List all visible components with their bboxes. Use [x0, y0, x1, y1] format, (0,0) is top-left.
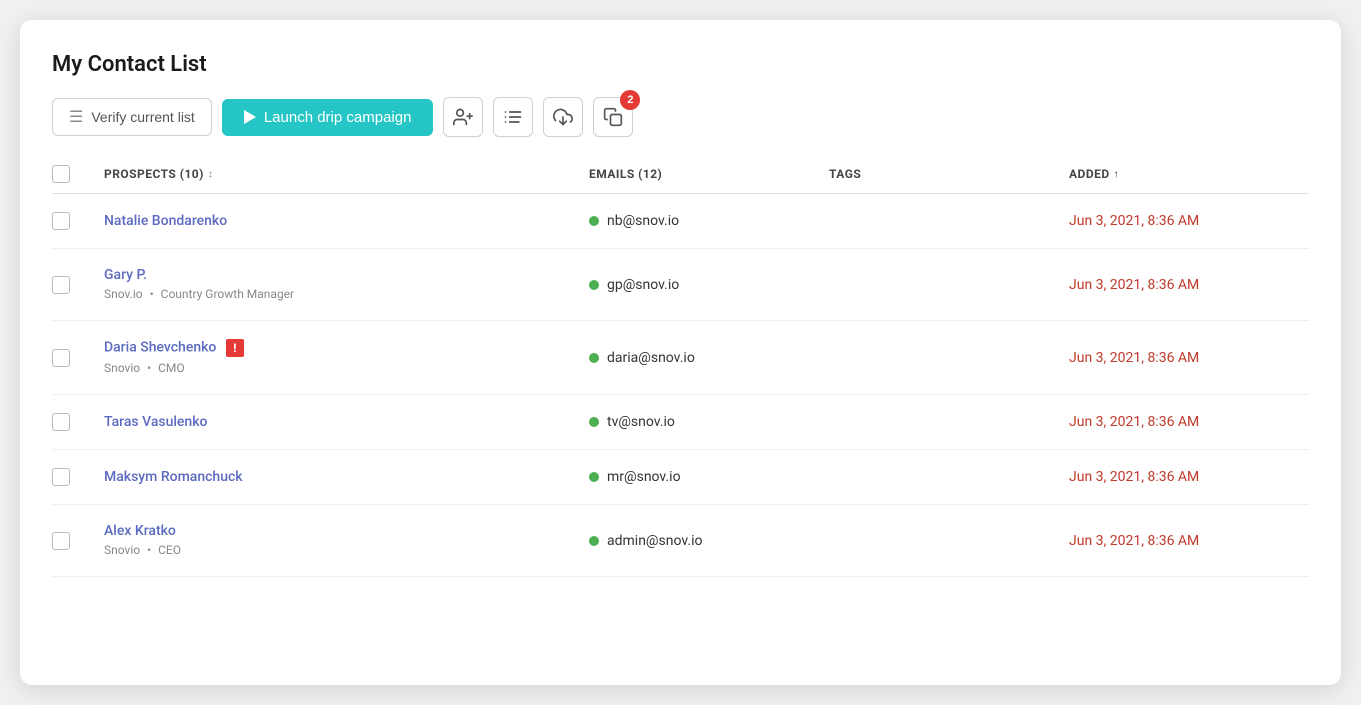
email-status-dot — [589, 417, 599, 427]
row-1-checkbox[interactable] — [52, 212, 70, 230]
added-cell: Jun 3, 2021, 8:36 AM — [1069, 213, 1309, 229]
prospect-name[interactable]: Taras Vasulenko — [104, 414, 589, 430]
added-sort-arrow: ↑ — [1114, 169, 1119, 180]
email-status-dot — [589, 353, 599, 363]
contacts-table: PROSPECTS (10) ↕ EMAILS (12) TAGS ADDED … — [52, 165, 1309, 577]
prospect-name[interactable]: Maksym Romanchuck — [104, 469, 589, 485]
added-cell: Jun 3, 2021, 8:36 AM — [1069, 277, 1309, 293]
email-value: admin@snov.io — [607, 533, 702, 549]
email-value: gp@snov.io — [607, 277, 679, 293]
row-3-checkbox[interactable] — [52, 349, 70, 367]
copy-icon — [603, 107, 623, 127]
prospect-cell: Gary P. Snov.io • Country Growth Manager — [104, 267, 589, 302]
email-value: daria@snov.io — [607, 350, 695, 366]
prospect-name[interactable]: Natalie Bondarenko — [104, 213, 589, 229]
email-cell: mr@snov.io — [589, 469, 829, 485]
table-row: Natalie Bondarenko nb@snov.io Jun 3, 202… — [52, 194, 1309, 249]
added-cell: Jun 3, 2021, 8:36 AM — [1069, 469, 1309, 485]
row-2-checkbox[interactable] — [52, 276, 70, 294]
export-button[interactable] — [543, 97, 583, 137]
table-row: Maksym Romanchuck mr@snov.io Jun 3, 2021… — [52, 450, 1309, 505]
row-checkbox-cell — [52, 532, 104, 550]
add-person-icon — [453, 107, 473, 127]
table-row: Alex Kratko Snovio • CEO admin@snov.io J… — [52, 505, 1309, 577]
added-cell: Jun 3, 2021, 8:36 AM — [1069, 414, 1309, 430]
prospect-sub: Snov.io • Country Growth Manager — [104, 287, 294, 301]
select-all-checkbox[interactable] — [52, 165, 70, 183]
prospects-column-header[interactable]: PROSPECTS (10) ↕ — [104, 165, 589, 183]
prospect-sub: Snovio • CMO — [104, 361, 185, 375]
prospect-cell: Daria Shevchenko ! Snovio • CMO — [104, 339, 589, 376]
prospect-name[interactable]: Gary P. — [104, 267, 589, 283]
table-header: PROSPECTS (10) ↕ EMAILS (12) TAGS ADDED … — [52, 165, 1309, 194]
row-checkbox-cell — [52, 349, 104, 367]
added-cell: Jun 3, 2021, 8:36 AM — [1069, 350, 1309, 366]
header-checkbox-cell — [52, 165, 104, 183]
toolbar: ☰ Verify current list Launch drip campai… — [52, 97, 1309, 137]
added-column-header[interactable]: ADDED ↑ — [1069, 165, 1309, 183]
email-status-dot — [589, 216, 599, 226]
row-checkbox-cell — [52, 276, 104, 294]
email-cell: admin@snov.io — [589, 533, 829, 549]
email-status-dot — [589, 536, 599, 546]
copy-button[interactable]: 2 — [593, 97, 633, 137]
download-icon — [553, 107, 573, 127]
prospect-cell: Natalie Bondarenko — [104, 213, 589, 229]
launch-drip-campaign-button[interactable]: Launch drip campaign — [222, 99, 434, 136]
prospects-sort-arrow: ↕ — [208, 169, 213, 180]
tags-column-header: TAGS — [829, 165, 1069, 183]
email-status-dot — [589, 280, 599, 290]
row-checkbox-cell — [52, 468, 104, 486]
table-row: Daria Shevchenko ! Snovio • CMO daria@sn… — [52, 321, 1309, 395]
filter-button[interactable] — [493, 97, 533, 137]
prospect-sub: Snovio • CEO — [104, 543, 181, 557]
email-cell: gp@snov.io — [589, 277, 829, 293]
prospect-name[interactable]: Alex Kratko — [104, 523, 589, 539]
email-cell: daria@snov.io — [589, 350, 829, 366]
launch-label: Launch drip campaign — [264, 109, 412, 126]
main-window: My Contact List ☰ Verify current list La… — [20, 20, 1341, 685]
email-value: mr@snov.io — [607, 469, 681, 485]
email-value: tv@snov.io — [607, 414, 675, 430]
add-prospect-button[interactable] — [443, 97, 483, 137]
added-cell: Jun 3, 2021, 8:36 AM — [1069, 533, 1309, 549]
play-icon — [244, 110, 256, 124]
page-title: My Contact List — [52, 52, 1309, 77]
prospect-cell: Alex Kratko Snovio • CEO — [104, 523, 589, 558]
table-row: Taras Vasulenko tv@snov.io Jun 3, 2021, … — [52, 395, 1309, 450]
row-checkbox-cell — [52, 413, 104, 431]
email-status-dot — [589, 472, 599, 482]
list-icon: ☰ — [69, 107, 83, 127]
row-checkbox-cell — [52, 212, 104, 230]
warning-icon: ! — [226, 339, 244, 357]
emails-column-header: EMAILS (12) — [589, 165, 829, 183]
email-value: nb@snov.io — [607, 213, 679, 229]
prospect-cell: Maksym Romanchuck — [104, 469, 589, 485]
verify-label: Verify current list — [91, 109, 194, 125]
email-cell: nb@snov.io — [589, 213, 829, 229]
prospect-cell: Taras Vasulenko — [104, 414, 589, 430]
table-row: Gary P. Snov.io • Country Growth Manager… — [52, 249, 1309, 321]
row-5-checkbox[interactable] — [52, 468, 70, 486]
filter-icon — [503, 107, 523, 127]
email-cell: tv@snov.io — [589, 414, 829, 430]
prospect-name[interactable]: Daria Shevchenko ! — [104, 339, 589, 357]
copy-badge: 2 — [620, 90, 640, 110]
row-4-checkbox[interactable] — [52, 413, 70, 431]
verify-current-list-button[interactable]: ☰ Verify current list — [52, 98, 212, 136]
row-6-checkbox[interactable] — [52, 532, 70, 550]
